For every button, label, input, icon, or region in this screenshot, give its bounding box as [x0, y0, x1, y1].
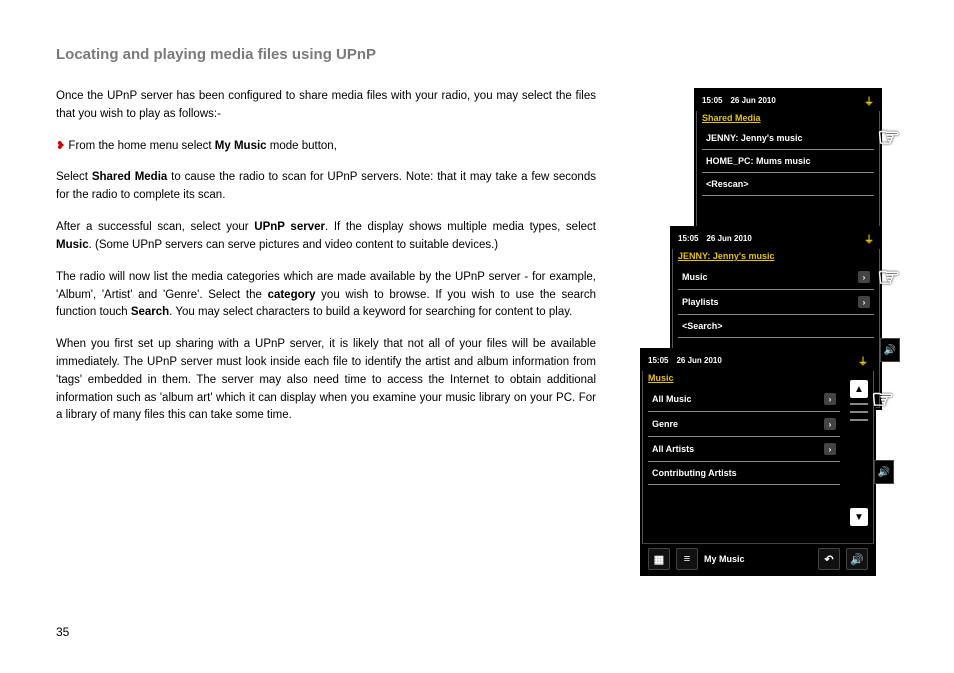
breadcrumb: My Music	[704, 554, 745, 564]
list-item[interactable]: <Search>	[678, 315, 874, 338]
pointer-hand-icon: ☜	[877, 262, 900, 293]
status-date: 26 Jun 2010	[676, 356, 721, 365]
scroll-up-button[interactable]: ▲	[850, 380, 868, 398]
list-item[interactable]: Music›	[678, 265, 874, 290]
menu-list-button[interactable]: ≡	[676, 548, 698, 570]
status-date: 26 Jun 2010	[706, 234, 751, 243]
chevron-right-icon: ›	[824, 418, 836, 430]
list-item[interactable]: JENNY: Jenny's music	[702, 127, 874, 150]
back-button[interactable]: ↶	[818, 548, 840, 570]
chevron-right-icon: ›	[824, 393, 836, 405]
volume-button[interactable]: 🔊	[880, 338, 900, 362]
status-time: 15:05	[702, 96, 722, 105]
list-item[interactable]: Playlists›	[678, 290, 874, 315]
chevron-right-icon: ›	[858, 296, 870, 308]
bottom-bar: ▦ ≡ My Music ↶ 🔊	[642, 543, 874, 574]
list-item[interactable]: All Artists›	[648, 437, 840, 462]
volume-button[interactable]: 🔊	[846, 548, 868, 570]
device-screen-music: 15:05 26 Jun 2010 ⏚ Music All Music› Gen…	[640, 348, 876, 576]
list-item[interactable]: All Music›	[648, 387, 840, 412]
wifi-icon: ⏚	[864, 231, 874, 246]
pointer-hand-icon: ☜	[877, 122, 900, 153]
body-text: Once the UPnP server has been configured…	[56, 88, 596, 439]
status-bar: 15:05 26 Jun 2010 ⏚	[696, 90, 880, 111]
para-2: ❥ From the home menu select My Music mod…	[56, 138, 596, 156]
chevron-right-icon: ›	[858, 271, 870, 283]
list-item[interactable]: Contributing Artists	[648, 462, 840, 485]
status-bar: 15:05 26 Jun 2010 ⏚	[642, 350, 874, 371]
scroll-track	[850, 411, 868, 413]
volume-button[interactable]: 🔊	[874, 460, 894, 484]
para-1: Once the UPnP server has been configured…	[56, 88, 596, 124]
home-grid-button[interactable]: ▦	[648, 548, 670, 570]
status-time: 15:05	[648, 356, 668, 365]
scroll-track	[850, 419, 868, 421]
wifi-icon: ⏚	[858, 353, 868, 368]
para-4: After a successful scan, select your UPn…	[56, 219, 596, 255]
list-item[interactable]: HOME_PC: Mums music	[702, 150, 874, 173]
screen-heading: JENNY: Jenny's music	[672, 249, 880, 265]
wifi-icon: ⏚	[864, 93, 874, 108]
para-6: When you first set up sharing with a UPn…	[56, 336, 596, 425]
scroll-down-button[interactable]: ▼	[850, 508, 868, 526]
scroll-track	[850, 403, 868, 405]
page-title: Locating and playing media files using U…	[56, 46, 376, 63]
list-item[interactable]: <Rescan>	[702, 173, 874, 196]
para-5: The radio will now list the media catego…	[56, 269, 596, 322]
status-bar: 15:05 26 Jun 2010 ⏚	[672, 228, 880, 249]
screen-heading: Shared Media	[696, 111, 880, 127]
screen-heading: Music	[642, 371, 874, 387]
bullet-icon: ❥	[56, 140, 65, 152]
pointer-hand-icon: ☜	[871, 384, 894, 415]
chevron-right-icon: ›	[824, 443, 836, 455]
list-item[interactable]: Genre›	[648, 412, 840, 437]
page-number: 35	[56, 625, 69, 639]
status-date: 26 Jun 2010	[730, 96, 775, 105]
para-3: Select Shared Media to cause the radio t…	[56, 169, 596, 205]
status-time: 15:05	[678, 234, 698, 243]
